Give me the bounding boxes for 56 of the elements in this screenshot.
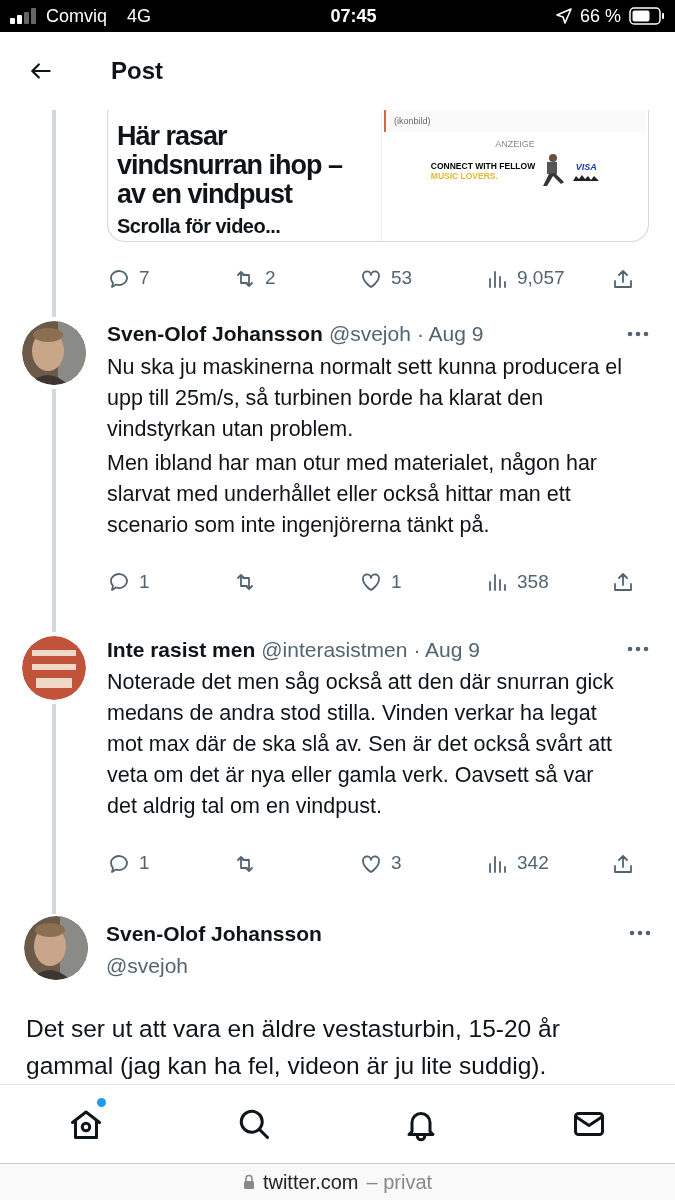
author-name[interactable]: Inte rasist men xyxy=(107,633,256,666)
like-button[interactable]: 3 xyxy=(359,849,469,878)
like-button[interactable]: 1 xyxy=(359,567,469,597)
author-handle: @svejoh xyxy=(328,321,411,348)
retweet-button[interactable]: 2 xyxy=(233,264,343,293)
network-type: 4G xyxy=(127,4,152,28)
author-name[interactable]: Sven-Olof Johansson xyxy=(107,318,323,350)
page-title: Post xyxy=(111,56,163,87)
browsing-mode: – privat xyxy=(366,1169,433,1195)
post-date: · Aug 9 xyxy=(413,636,480,663)
battery-icon xyxy=(629,7,665,26)
like-count: 3 xyxy=(391,851,402,876)
post-text: Noterade det men såg också att den där snurran gick medans de andra stod stilla. Vinden verkar ha legat mot max där de ska slå av. Sen är det också svårt att veta om det är nya eller gamla verk. Oavsett så var det aldrig tal om en vindpust. xyxy=(107,669,615,821)
location-icon xyxy=(555,8,572,25)
website-address: twitter.com xyxy=(262,1169,359,1195)
views-button[interactable]: 342 xyxy=(485,849,595,878)
battery-percentage: 66 % xyxy=(579,4,621,28)
views-button[interactable]: 9,057 xyxy=(485,264,595,293)
more-icon[interactable] xyxy=(627,330,649,337)
article-subline: Scrolla för video... xyxy=(117,214,282,240)
signal-icon xyxy=(10,8,38,25)
ad-tagline: MUSIC LOVERS. xyxy=(430,170,499,181)
post-date: · Aug 9 xyxy=(416,321,484,348)
like-count: 1 xyxy=(391,569,402,594)
author-handle: @interasistmen xyxy=(261,636,408,663)
reply-count: 7 xyxy=(139,266,150,291)
image-caption: (ikonbild) xyxy=(394,114,431,128)
retweet-count: 2 xyxy=(265,266,276,291)
views-button[interactable]: 358 xyxy=(485,567,595,597)
ad-headline: CONNECT WITH FELLOW xyxy=(430,160,536,171)
crowd-icon xyxy=(573,174,600,181)
post-text: Nu ska ju maskinerna normalt sett kunna producera el upp till 25m/s, så turbinen borde ha klarat den vindstyrkan utan problem. xyxy=(107,353,624,443)
post-text: Men ibland har man otur med materialet, någon har slarvat med underhållet eller också hittar man ett scenario som inte ingenjörerna tänkt på. xyxy=(107,449,598,539)
reply-count: 1 xyxy=(139,569,150,594)
more-icon[interactable] xyxy=(627,646,649,653)
reply-button[interactable]: 1 xyxy=(107,849,217,878)
like-button[interactable]: 53 xyxy=(359,264,469,293)
link-preview-card[interactable]: Här rasar vindsnurran ihop – av en vindpust Scrolla för video... (ikonbild) ANZEIGE CONNECT WITH FELLOW MUSIC LOVERS. VISA xyxy=(107,110,649,243)
carrier-name: Comviq xyxy=(46,4,107,28)
ad-label: ANZEIGE xyxy=(495,138,535,152)
card-brand: VISA xyxy=(575,161,597,175)
reply-button[interactable]: 1 xyxy=(107,567,217,597)
post-text: Det ser ut att vara en äldre vestasturbin, 15-20 år gammal (jag kan ha fel, videon är ju lite suddig). xyxy=(25,1013,561,1081)
reply-count: 1 xyxy=(139,851,150,876)
reply-button[interactable]: 7 xyxy=(107,264,217,293)
author-handle: @svejoh xyxy=(106,952,190,979)
views-count: 358 xyxy=(517,569,549,594)
advertisement[interactable]: CONNECT WITH FELLOW MUSIC LOVERS. VISA xyxy=(430,153,600,188)
clock: 07:45 xyxy=(330,4,377,28)
views-count: 342 xyxy=(517,851,549,876)
like-count: 53 xyxy=(391,266,413,291)
article-headline: Här rasar vindsnurran ihop – av en vindpust xyxy=(117,122,344,210)
views-count: 9,057 xyxy=(517,266,565,291)
more-icon[interactable] xyxy=(629,929,651,936)
lock-icon xyxy=(242,1174,255,1190)
author-name[interactable]: Sven-Olof Johansson xyxy=(106,917,322,950)
